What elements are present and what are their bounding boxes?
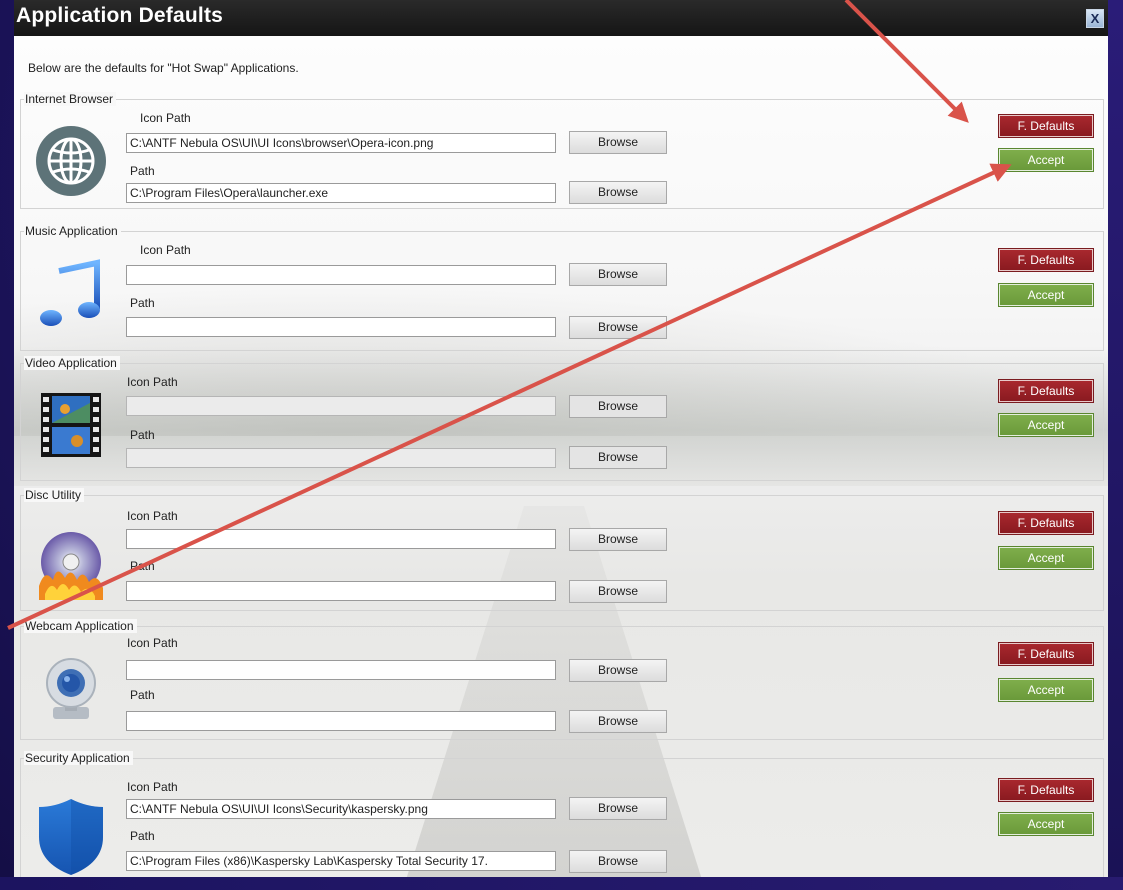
globe-icon: [36, 126, 106, 196]
browse-path-button[interactable]: Browse: [569, 850, 667, 873]
path-label: Path: [130, 829, 155, 843]
dialog-content: Below are the defaults for "Hot Swap" Ap…: [14, 36, 1108, 877]
path-label: Path: [130, 428, 155, 442]
group-title: Security Application: [24, 751, 133, 765]
webcam-icon: [46, 658, 96, 719]
group-disc-utility: Disc Utility Icon Path Browse Path Brows…: [20, 488, 1104, 611]
f-defaults-button[interactable]: F. Defaults: [998, 511, 1094, 535]
icon-path-label: Icon Path: [127, 636, 178, 650]
browse-path-button[interactable]: Browse: [569, 316, 667, 339]
icon-path-input[interactable]: [126, 396, 556, 416]
path-label: Path: [130, 164, 155, 178]
application-defaults-window: Application Defaults X Below are the def…: [14, 0, 1108, 877]
f-defaults-button[interactable]: F. Defaults: [998, 379, 1094, 403]
icon-path-input[interactable]: [126, 799, 556, 819]
browse-path-button[interactable]: Browse: [569, 446, 667, 469]
group-title: Video Application: [24, 356, 120, 370]
path-label: Path: [130, 688, 155, 702]
accept-button[interactable]: Accept: [998, 678, 1094, 702]
group-security-application: Security Application Icon Path Browse Pa…: [20, 751, 1104, 877]
icon-path-input[interactable]: [126, 265, 556, 285]
browse-icon-path-button[interactable]: Browse: [569, 131, 667, 154]
icon-path-label: Icon Path: [127, 780, 178, 794]
film-strip-icon: [41, 393, 101, 457]
path-input[interactable]: [126, 183, 556, 203]
group-title: Disc Utility: [24, 488, 84, 502]
intro-text: Below are the defaults for "Hot Swap" Ap…: [28, 61, 299, 75]
group-music-application: Music Application Icon Path Browse Path …: [20, 224, 1104, 351]
burning-disc-icon: [39, 532, 103, 600]
icon-path-input[interactable]: [126, 133, 556, 153]
icon-path-input[interactable]: [126, 660, 556, 680]
browse-path-button[interactable]: Browse: [569, 710, 667, 733]
f-defaults-button[interactable]: F. Defaults: [998, 778, 1094, 802]
accept-button[interactable]: Accept: [998, 148, 1094, 172]
icon-path-label: Icon Path: [140, 243, 191, 257]
title-bar: Application Defaults X: [14, 0, 1108, 36]
path-input[interactable]: [126, 711, 556, 731]
path-input[interactable]: [126, 581, 556, 601]
desktop-background-right: [1108, 0, 1123, 890]
music-note-icon: [40, 259, 100, 326]
path-input[interactable]: [126, 317, 556, 337]
group-title: Music Application: [24, 224, 121, 238]
group-title: Webcam Application: [24, 619, 137, 633]
shield-icon: [39, 799, 103, 875]
browse-icon-path-button[interactable]: Browse: [569, 659, 667, 682]
accept-button[interactable]: Accept: [998, 283, 1094, 307]
accept-button[interactable]: Accept: [998, 812, 1094, 836]
f-defaults-button[interactable]: F. Defaults: [998, 114, 1094, 138]
group-title: Internet Browser: [24, 92, 117, 106]
window-title: Application Defaults: [16, 4, 224, 27]
icon-path-label: Icon Path: [140, 111, 191, 125]
icon-path-input[interactable]: [126, 529, 556, 549]
icon-path-label: Icon Path: [127, 509, 178, 523]
group-internet-browser: Internet Browser Icon Path Browse Path B…: [20, 92, 1104, 209]
accept-button[interactable]: Accept: [998, 413, 1094, 437]
f-defaults-button[interactable]: F. Defaults: [998, 248, 1094, 272]
browse-icon-path-button[interactable]: Browse: [569, 395, 667, 418]
path-label: Path: [130, 296, 155, 310]
browse-path-button[interactable]: Browse: [569, 580, 667, 603]
f-defaults-button[interactable]: F. Defaults: [998, 642, 1094, 666]
browse-icon-path-button[interactable]: Browse: [569, 263, 667, 286]
desktop-background-bottom: [0, 877, 1123, 890]
path-label: Path: [130, 559, 155, 573]
path-input[interactable]: [126, 448, 556, 468]
group-video-application: Video Application Icon Path Browse Path: [20, 356, 1104, 481]
close-button[interactable]: X: [1086, 9, 1104, 28]
browse-path-button[interactable]: Browse: [569, 181, 667, 204]
icon-path-label: Icon Path: [127, 375, 178, 389]
path-input[interactable]: [126, 851, 556, 871]
group-webcam-application: Webcam Application Icon Path Browse Path…: [20, 619, 1104, 740]
accept-button[interactable]: Accept: [998, 546, 1094, 570]
browse-icon-path-button[interactable]: Browse: [569, 797, 667, 820]
browse-icon-path-button[interactable]: Browse: [569, 528, 667, 551]
